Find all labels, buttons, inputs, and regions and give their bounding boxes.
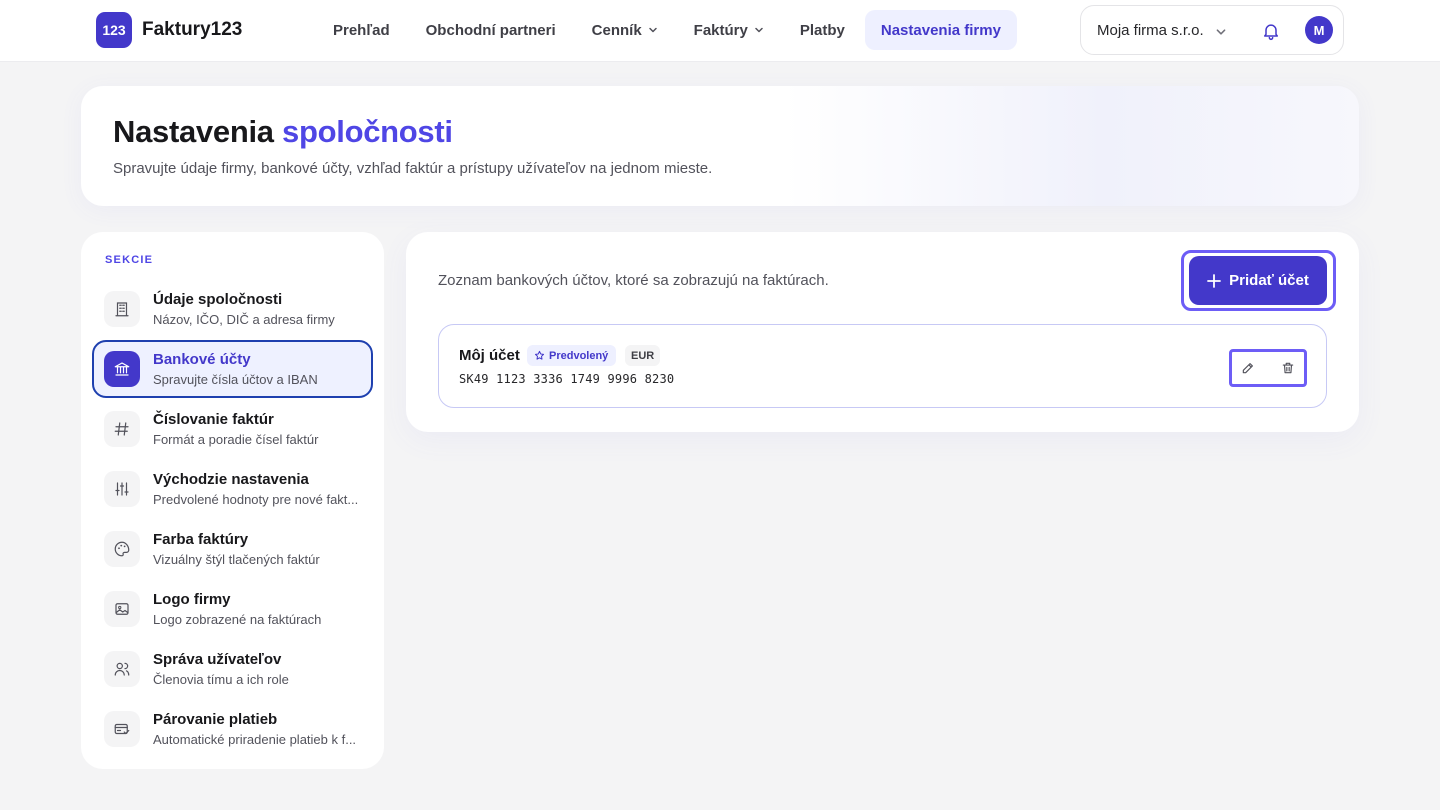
app-name[interactable]: Faktury123 (142, 19, 242, 41)
sidebar-item-title: Východzie nastavenia (153, 471, 309, 488)
add-account-label: Pridať účet (1229, 272, 1309, 289)
top-navigation-bar: 123 Faktury123 Prehľad Obchodní partneri… (0, 0, 1440, 62)
nav-label: Platby (799, 21, 845, 39)
chevron-down-icon (755, 27, 763, 33)
page-title-plain: Nastavenia (113, 114, 274, 149)
chevron-down-icon (648, 27, 657, 33)
sidebar-item-title: Údaje spoločnosti (153, 291, 283, 308)
sidebar-item-title: Bankové účty (153, 351, 251, 368)
pencil-icon (1242, 363, 1253, 374)
star-icon (534, 350, 545, 360)
app-logo-badge[interactable]: 123 (96, 12, 132, 48)
bank-accounts-panel: Zoznam bankových účtov, ktoré sa zobrazu… (406, 232, 1359, 432)
bank-icon (104, 351, 140, 387)
sliders-icon (104, 471, 140, 507)
sidebar-item-udaje-spolocnosti[interactable]: Údaje spoločnosti Názov, IČO, DIČ a adre… (92, 280, 373, 338)
nav-item-faktury[interactable]: Faktúry (678, 10, 780, 50)
firm-name: Moja firma s.r.o. (1097, 22, 1204, 39)
panel-description: Zoznam bankových účtov, ktoré sa zobrazu… (438, 272, 829, 289)
users-icon (104, 651, 140, 687)
nav-label: Obchodní partneri (425, 21, 556, 39)
bell-icon[interactable] (1261, 21, 1281, 41)
currency-badge: EUR (625, 345, 661, 366)
sidebar-item-title: Párovanie platieb (153, 711, 278, 728)
chevron-down-icon (1216, 29, 1226, 35)
sidebar-item-cislovanie-faktur[interactable]: Číslovanie faktúr Formát a poradie čísel… (92, 400, 373, 458)
sidebar-item-desc: Predvolené hodnoty pre nové fakt... (153, 492, 359, 507)
nav-label: Cenník (591, 21, 642, 39)
add-account-button[interactable]: Pridať účet (1189, 256, 1327, 305)
bank-account-card: Môj účet Predvolený EUR SK49 1123 3336 1… (438, 324, 1327, 408)
sidebar-heading: SEKCIE (105, 254, 154, 266)
sidebar-item-bankove-ucty[interactable]: Bankové účty Spravujte čísla účtov a IBA… (92, 340, 373, 398)
sidebar-item-desc: Názov, IČO, DIČ a adresa firmy (153, 312, 335, 327)
sidebar-item-logo-firmy[interactable]: Logo firmy Logo zobrazené na faktúrach (92, 580, 373, 638)
sidebar-item-title: Farba faktúry (153, 531, 249, 548)
settings-sidebar: SEKCIE Údaje spoločnosti Názov, IČO, DIČ… (81, 232, 384, 769)
sidebar-item-parovanie-platieb[interactable]: Párovanie platieb Automatické priradenie… (92, 700, 373, 758)
building-icon (104, 291, 140, 327)
account-iban: SK49 1123 3336 1749 9996 8230 (459, 372, 675, 386)
main-nav: Prehľad Obchodní partneri Cenník Faktúry… (317, 10, 1017, 50)
trash-icon (1282, 362, 1294, 374)
sidebar-item-desc: Vizuálny štýl tlačených faktúr (153, 552, 320, 567)
nav-label: Nastavenia firmy (880, 21, 1001, 39)
nav-item-cennik[interactable]: Cenník (576, 10, 674, 50)
page-header: Nastavenia spoločnosti Spravujte údaje f… (81, 86, 1359, 206)
sidebar-item-desc: Členovia tímu a ich role (153, 672, 289, 687)
nav-item-nastavenia-firmy[interactable]: Nastavenia firmy (864, 10, 1017, 50)
sidebar-item-desc: Formát a poradie čísel faktúr (153, 432, 319, 447)
palette-icon (104, 531, 140, 567)
account-name: Môj účet (459, 347, 520, 364)
sidebar-item-vychodzie-nastavenia[interactable]: Východzie nastavenia Predvolené hodnoty … (92, 460, 373, 518)
firm-switcher[interactable]: Moja firma s.r.o. M (1080, 5, 1344, 55)
nav-item-obchodni-partneri[interactable]: Obchodní partneri (410, 10, 572, 50)
nav-label: Prehľad (333, 21, 390, 39)
avatar[interactable]: M (1305, 16, 1333, 44)
page-subtitle: Spravujte údaje firmy, bankové účty, vzh… (113, 160, 713, 177)
sidebar-item-desc: Spravujte čísla účtov a IBAN (153, 372, 318, 387)
sidebar-item-desc: Logo zobrazené na faktúrach (153, 612, 322, 627)
delete-account-button[interactable] (1275, 355, 1301, 381)
nav-label: Faktúry (693, 21, 748, 39)
sidebar-item-title: Číslovanie faktúr (153, 411, 274, 428)
nav-item-prehlad[interactable]: Prehľad (317, 10, 406, 50)
image-icon (104, 591, 140, 627)
plus-icon (1207, 273, 1222, 288)
hash-icon (104, 411, 140, 447)
default-badge: Predvolený (527, 345, 617, 366)
sidebar-item-sprava-uzivatelov[interactable]: Správa užívateľov Členovia tímu a ich ro… (92, 640, 373, 698)
card-match-icon (104, 711, 140, 747)
default-badge-label: Predvolený (549, 349, 609, 362)
sidebar-item-farba-faktury[interactable]: Farba faktúry Vizuálny štýl tlačených fa… (92, 520, 373, 578)
sidebar-item-title: Správa užívateľov (153, 651, 282, 668)
page-title-accent: spoločnosti (282, 114, 453, 149)
sidebar-item-title: Logo firmy (153, 591, 231, 608)
sidebar-item-desc: Automatické priradenie platieb k f... (153, 732, 357, 747)
page-title: Nastavenia spoločnosti (113, 114, 453, 150)
nav-item-platby[interactable]: Platby (784, 10, 861, 50)
edit-account-button[interactable] (1235, 355, 1261, 381)
